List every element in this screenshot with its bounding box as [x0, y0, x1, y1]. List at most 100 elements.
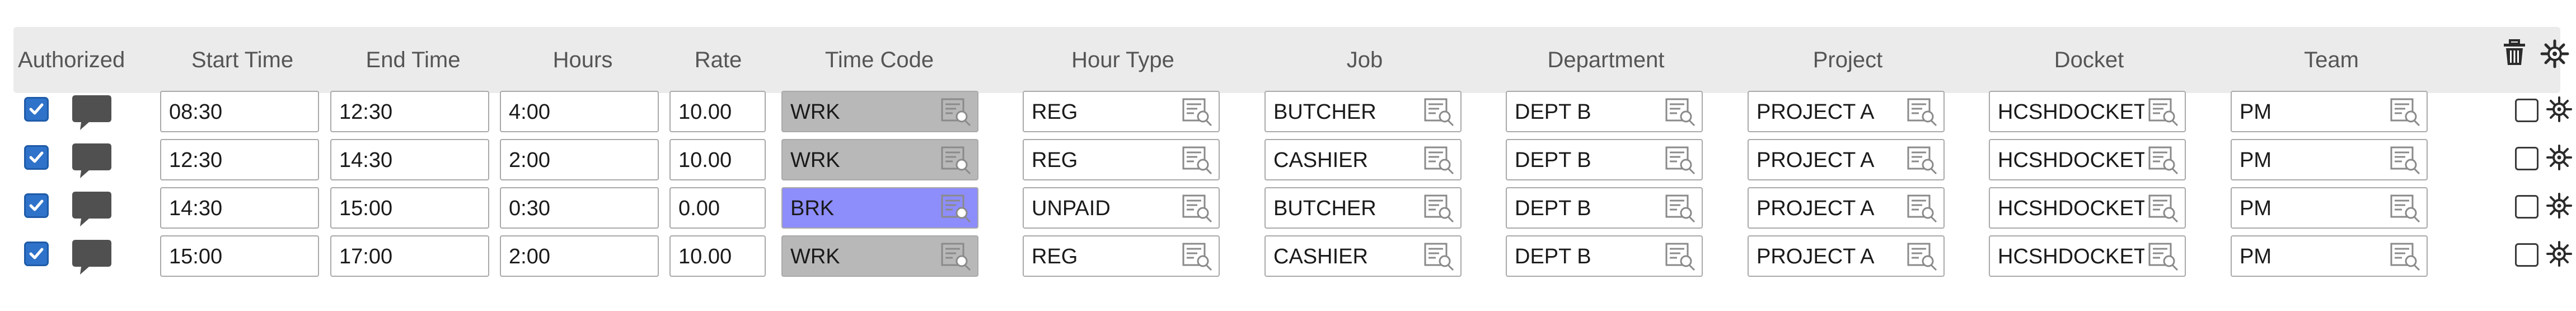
start-time-input[interactable]: 12:30: [160, 139, 319, 180]
docket-field[interactable]: HCSHDOCKET: [1989, 235, 2186, 277]
lookup-icon[interactable]: [2148, 242, 2180, 271]
time-code-field-value: BRK: [790, 197, 835, 220]
authorized-checkbox[interactable]: [24, 242, 49, 266]
lookup-icon[interactable]: [2390, 98, 2422, 127]
comment-icon[interactable]: [71, 142, 113, 179]
hours-input[interactable]: 0:30: [500, 187, 659, 229]
department-field-value: DEPT B: [1515, 100, 1591, 124]
lookup-icon[interactable]: [2148, 98, 2180, 127]
docket-field[interactable]: HCSHDOCKET: [1989, 139, 2186, 180]
job-field[interactable]: CASHIER: [1264, 139, 1462, 180]
job-field[interactable]: BUTCHER: [1264, 187, 1462, 229]
hours-input[interactable]: 4:00: [500, 91, 659, 132]
comment-icon[interactable]: [71, 191, 113, 228]
end-time-input[interactable]: 12:30: [330, 91, 489, 132]
start-time-input[interactable]: 15:00: [160, 235, 319, 277]
header-job: Job: [1346, 48, 1383, 72]
docket-field[interactable]: HCSHDOCKET: [1989, 91, 2186, 132]
job-field[interactable]: BUTCHER: [1264, 91, 1462, 132]
docket-field-value: HCSHDOCKET: [1998, 148, 2144, 172]
gear-icon[interactable]: [2539, 38, 2570, 69]
lookup-icon[interactable]: [1665, 98, 1697, 127]
lookup-icon[interactable]: [2148, 194, 2180, 223]
lookup-icon[interactable]: [2390, 194, 2422, 223]
lookup-icon[interactable]: [940, 194, 973, 223]
lookup-icon[interactable]: [1907, 194, 1939, 223]
gear-icon[interactable]: [2543, 141, 2575, 174]
rate-input[interactable]: 0.00: [669, 187, 766, 229]
gear-icon[interactable]: [2543, 238, 2575, 270]
time-code-field[interactable]: WRK: [781, 91, 978, 132]
lookup-icon[interactable]: [1182, 146, 1214, 175]
department-field[interactable]: DEPT B: [1506, 139, 1703, 180]
team-field[interactable]: PM: [2231, 187, 2428, 229]
rate-input[interactable]: 10.00: [669, 139, 766, 180]
trash-icon[interactable]: [2502, 39, 2527, 66]
job-field-value: BUTCHER: [1273, 100, 1376, 124]
lookup-icon[interactable]: [1907, 242, 1939, 271]
hours-input-value: 2:00: [509, 148, 550, 172]
hour-type-field[interactable]: UNPAID: [1023, 187, 1220, 229]
lookup-icon[interactable]: [940, 146, 973, 175]
lookup-icon[interactable]: [1907, 98, 1939, 127]
docket-field[interactable]: HCSHDOCKET: [1989, 187, 2186, 229]
lookup-icon[interactable]: [1182, 98, 1214, 127]
gear-icon[interactable]: [2543, 189, 2575, 222]
team-field[interactable]: PM: [2231, 91, 2428, 132]
hour-type-field[interactable]: REG: [1023, 91, 1220, 132]
project-field[interactable]: PROJECT A: [1748, 235, 1945, 277]
job-field[interactable]: CASHIER: [1264, 235, 1462, 277]
rate-input[interactable]: 10.00: [669, 235, 766, 277]
time-code-field[interactable]: WRK: [781, 235, 978, 277]
row-select-checkbox[interactable]: [2515, 195, 2538, 219]
lookup-icon[interactable]: [1423, 242, 1456, 271]
lookup-icon[interactable]: [2390, 242, 2422, 271]
project-field[interactable]: PROJECT A: [1748, 187, 1945, 229]
end-time-input-value: 17:00: [339, 245, 393, 268]
end-time-input[interactable]: 14:30: [330, 139, 489, 180]
team-field[interactable]: PM: [2231, 139, 2428, 180]
end-time-input[interactable]: 15:00: [330, 187, 489, 229]
lookup-icon[interactable]: [1423, 194, 1456, 223]
authorized-checkbox[interactable]: [24, 193, 49, 218]
rate-input[interactable]: 10.00: [669, 91, 766, 132]
lookup-icon[interactable]: [940, 98, 973, 127]
lookup-icon[interactable]: [940, 242, 973, 271]
end-time-input[interactable]: 17:00: [330, 235, 489, 277]
time-code-field[interactable]: WRK: [781, 139, 978, 180]
gear-icon[interactable]: [2543, 93, 2575, 126]
row-select-checkbox[interactable]: [2515, 243, 2538, 267]
time-code-field[interactable]: BRK: [781, 187, 978, 229]
lookup-icon[interactable]: [1423, 98, 1456, 127]
start-time-input[interactable]: 14:30: [160, 187, 319, 229]
project-field[interactable]: PROJECT A: [1748, 139, 1945, 180]
comment-icon[interactable]: [71, 94, 113, 131]
row-select-checkbox[interactable]: [2515, 147, 2538, 170]
row-select-checkbox[interactable]: [2515, 99, 2538, 122]
job-field-value: CASHIER: [1273, 148, 1368, 172]
lookup-icon[interactable]: [2148, 146, 2180, 175]
lookup-icon[interactable]: [1665, 146, 1697, 175]
team-field[interactable]: PM: [2231, 235, 2428, 277]
hours-input[interactable]: 2:00: [500, 235, 659, 277]
department-field[interactable]: DEPT B: [1506, 91, 1703, 132]
lookup-icon[interactable]: [1423, 146, 1456, 175]
lookup-icon[interactable]: [1182, 242, 1214, 271]
comment-icon[interactable]: [71, 239, 113, 276]
start-time-input[interactable]: 08:30: [160, 91, 319, 132]
hour-type-field-value: REG: [1032, 245, 1078, 268]
hour-type-field[interactable]: REG: [1023, 139, 1220, 180]
end-time-input-value: 12:30: [339, 100, 393, 124]
lookup-icon[interactable]: [2390, 146, 2422, 175]
project-field[interactable]: PROJECT A: [1748, 91, 1945, 132]
lookup-icon[interactable]: [1182, 194, 1214, 223]
lookup-icon[interactable]: [1665, 242, 1697, 271]
hours-input[interactable]: 2:00: [500, 139, 659, 180]
authorized-checkbox[interactable]: [24, 145, 49, 170]
hour-type-field[interactable]: REG: [1023, 235, 1220, 277]
department-field[interactable]: DEPT B: [1506, 235, 1703, 277]
lookup-icon[interactable]: [1907, 146, 1939, 175]
authorized-checkbox[interactable]: [24, 97, 49, 122]
lookup-icon[interactable]: [1665, 194, 1697, 223]
department-field[interactable]: DEPT B: [1506, 187, 1703, 229]
